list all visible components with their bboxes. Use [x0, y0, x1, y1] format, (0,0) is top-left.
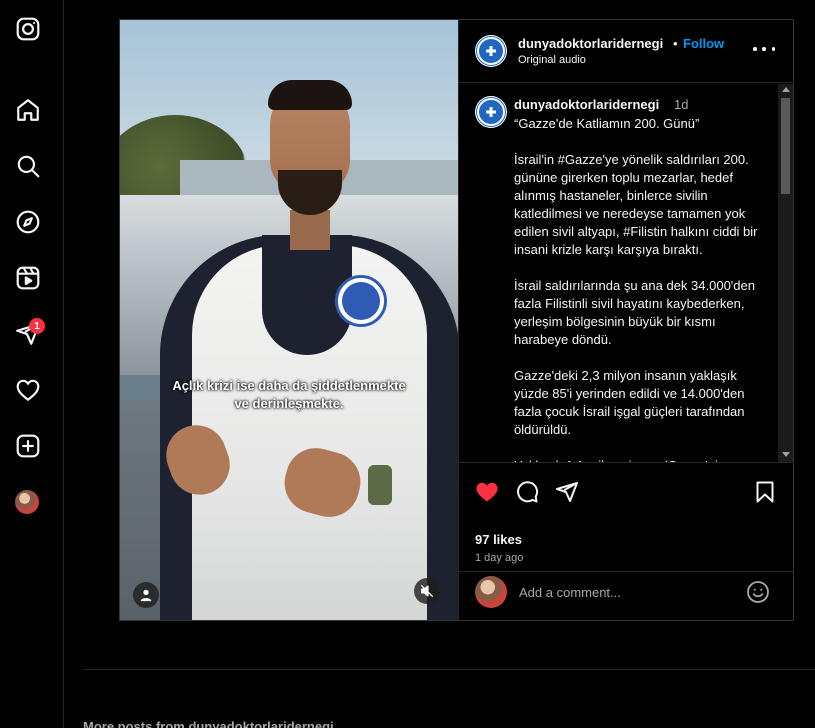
post-header: dunyadoktorlaridernegi • Follow Original…: [459, 20, 794, 83]
create-icon[interactable]: [14, 432, 42, 460]
sidebar: 1: [0, 0, 64, 728]
follow-button[interactable]: Follow: [683, 36, 724, 51]
page-divider: [83, 669, 815, 670]
explore-icon[interactable]: [14, 208, 42, 236]
home-icon[interactable]: [14, 96, 42, 124]
tagged-user-icon[interactable]: [133, 582, 159, 608]
reels-icon[interactable]: [14, 264, 42, 292]
share-icon[interactable]: [555, 480, 581, 506]
post-date[interactable]: 1 day ago: [475, 552, 523, 564]
audio-label[interactable]: Original audio: [518, 54, 586, 66]
add-comment-bar: [459, 571, 794, 619]
caption-author-username[interactable]: dunyadoktorlaridernegi: [514, 97, 659, 112]
post-actions: 97 likes 1 day ago: [459, 462, 794, 564]
mute-icon[interactable]: [414, 578, 440, 604]
caption-text: “Gazze'de Katliamın 200. Günü” İsrail'in…: [514, 116, 758, 462]
caption-scroll-area[interactable]: dunyadoktorlaridernegi 1d “Gazze'de Katl…: [459, 84, 794, 462]
profile-avatar[interactable]: [15, 490, 39, 514]
vest-logo-patch: [335, 275, 387, 327]
more-options-icon[interactable]: [753, 42, 775, 56]
messages-badge: 1: [29, 318, 45, 334]
scroll-thumb[interactable]: [781, 98, 790, 194]
scrollbar[interactable]: [778, 84, 793, 462]
post-modal: Açlık krizi ise daha da şiddetlenmekte v…: [119, 19, 794, 621]
emoji-icon[interactable]: [746, 580, 770, 604]
notifications-icon[interactable]: [14, 376, 42, 404]
comment-input[interactable]: [519, 582, 739, 602]
video-subtitle: Açlık krizi ise daha da şiddetlenmekte v…: [172, 378, 406, 411]
more-posts-heading[interactable]: More posts from dunyadoktorlaridernegi: [83, 719, 334, 728]
scroll-up-arrow-icon[interactable]: [782, 87, 790, 92]
search-icon[interactable]: [14, 152, 42, 180]
save-bookmark-icon[interactable]: [753, 480, 779, 506]
current-user-avatar: [475, 576, 507, 608]
instagram-logo-icon[interactable]: [14, 15, 42, 43]
post-details-panel: dunyadoktorlaridernegi • Follow Original…: [458, 20, 794, 620]
reel-video[interactable]: Açlık krizi ise daha da şiddetlenmekte v…: [120, 20, 458, 620]
caption-author-avatar[interactable]: [475, 96, 507, 128]
separator-dot: •: [673, 36, 678, 51]
caption-time[interactable]: 1d: [674, 97, 688, 112]
author-avatar[interactable]: [475, 35, 507, 67]
author-username[interactable]: dunyadoktorlaridernegi: [518, 36, 663, 51]
scroll-down-arrow-icon[interactable]: [782, 452, 790, 457]
like-icon[interactable]: [475, 480, 501, 506]
likes-count[interactable]: 97 likes: [475, 532, 522, 547]
comment-icon[interactable]: [515, 480, 541, 506]
